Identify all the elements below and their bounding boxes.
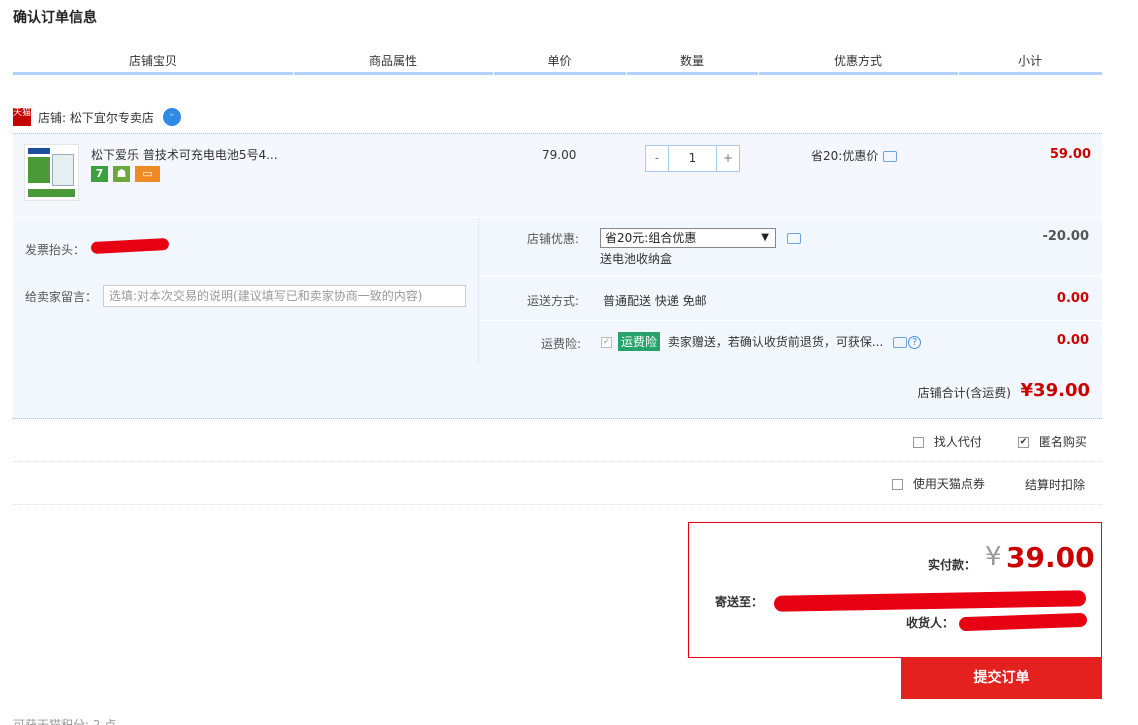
discount-label: 省20:优惠价 (811, 149, 879, 163)
message-icon[interactable] (893, 337, 908, 348)
receiver-label: 收货人： (906, 616, 955, 630)
invoice-label: 发票抬头： (25, 243, 86, 257)
unit-price: 79.00 (542, 148, 577, 162)
message-icon[interactable] (883, 151, 898, 162)
divider (480, 320, 1102, 321)
tmall-logo: 天猫 (13, 108, 31, 126)
proxy-pay-label: 找人代付 (933, 435, 982, 449)
divider (480, 276, 1102, 277)
column-header-shop-items: 店铺宝贝 (128, 54, 177, 68)
dropdown-arrow-icon: ▼ (761, 232, 769, 243)
header-separator (293, 72, 294, 75)
options-row-1: 找人代付 ✔ 匿名购买 (13, 420, 1102, 462)
tmall-points-note: 结算时扣除 (1025, 478, 1086, 492)
message-icon[interactable] (787, 233, 801, 244)
product-thumbnail[interactable] (24, 144, 79, 201)
insurance-amount: 0.00 (1056, 333, 1089, 348)
column-header-discount: 优惠方式 (833, 54, 882, 68)
submit-order-button[interactable]: 提交订单 (901, 657, 1102, 699)
shop-row: 天猫 店铺: 松下宜尔专卖店 ᵕ (13, 104, 181, 130)
column-header-quantity: 数量 (679, 54, 704, 68)
service-badge-card-icon[interactable]: ▭ (135, 166, 160, 182)
anonymous-label: 匿名购买 (1038, 435, 1087, 449)
shipping-method: 普通配送 快递 免邮 (603, 294, 707, 308)
currency-symbol: ¥ (985, 542, 1002, 572)
message-label: 给卖家留言： (25, 290, 98, 304)
extras-right-panel: 店铺优惠: 省20元:组合优惠 ▼ 送电池收纳盒 -20.00 运送方式: 普通… (480, 218, 1102, 363)
header-separator (958, 72, 959, 75)
ship-to-label: 寄送至： (715, 595, 764, 609)
insurance-description: 卖家赠送，若确认收货前退货，可获保... (667, 335, 884, 349)
quantity-increase-button[interactable]: + (717, 146, 739, 171)
order-extras: 发票抬头： 给卖家留言： 选填:对本次交易的说明(建议填写已和卖家协商一致的内容… (13, 218, 1102, 363)
service-badge-genuine-icon[interactable]: ☗ (113, 166, 130, 182)
anonymous-option[interactable]: ✔ 匿名购买 (1018, 433, 1087, 450)
actual-payment-label: 实付款： (928, 558, 977, 572)
shop-total-label: 店铺合计(含运费) (917, 386, 1011, 400)
invoice-title-redacted[interactable] (90, 237, 170, 255)
shop-discount-selected: 省20元:组合优惠 (605, 231, 697, 245)
extras-left-panel: 发票抬头： 给卖家留言： 选填:对本次交易的说明(建议填写已和卖家协商一致的内容… (13, 218, 479, 363)
quantity-decrease-button[interactable]: - (646, 146, 668, 171)
payment-summary: 实付款： ¥ 39.00 寄送至： 收货人： (688, 522, 1102, 658)
insurance-tag: 运费险 (618, 332, 661, 351)
insurance-checkbox[interactable]: ✓ (601, 337, 612, 348)
item-discount: 省20:优惠价 (811, 147, 898, 164)
quantity-stepper: - 1 + (645, 145, 740, 172)
column-header-subtotal: 小计 (1017, 54, 1042, 68)
header-separator (626, 72, 627, 75)
tmall-points-option[interactable]: 使用天猫点券 (892, 475, 985, 492)
wangwang-icon[interactable]: ᵕ (162, 108, 181, 126)
shipping-label: 运送方式: (527, 294, 580, 308)
insurance-row: ✓ 运费险 卖家赠送，若确认收货前退货，可获保... ? (601, 332, 922, 351)
points-footer: 可获天猫积分: 2 点 (13, 718, 117, 725)
header-underline (13, 72, 1102, 75)
column-header-attributes: 商品属性 (368, 54, 417, 68)
insurance-label: 运费险: (541, 337, 582, 351)
order-item-row: 松下爱乐 普技术可充电电池5号4... 7 ☗ ▭ 79.00 - 1 + 省2… (13, 134, 1102, 217)
proxy-pay-checkbox[interactable] (913, 437, 924, 448)
column-header-unit-price: 单价 (547, 54, 572, 68)
shipping-amount: 0.00 (1056, 291, 1089, 306)
header-separator (493, 72, 494, 75)
header-separator (758, 72, 759, 75)
receiver-name-redacted (958, 612, 1088, 632)
item-subtotal: 59.00 (1049, 147, 1091, 162)
shop-name[interactable]: 店铺: 松下宜尔专卖店 (38, 109, 154, 126)
shop-discount-label: 店铺优惠: (527, 232, 580, 246)
tmall-points-label: 使用天猫点券 (912, 477, 985, 491)
product-title[interactable]: 松下爱乐 普技术可充电电池5号4... (91, 146, 278, 163)
page-title: 确认订单信息 (13, 10, 97, 26)
quantity-input[interactable]: 1 (668, 146, 717, 171)
shop-total-row: 店铺合计(含运费) ¥39.00 (13, 363, 1102, 419)
proxy-pay-option[interactable]: 找人代付 (913, 433, 982, 450)
anonymous-checkbox[interactable]: ✔ (1018, 437, 1029, 448)
actual-payment-amount: 39.00 (1006, 541, 1095, 574)
shop-total-value: ¥39.00 (1020, 380, 1090, 401)
ship-to-address-redacted (773, 590, 1087, 612)
options-row-2: 使用天猫点券 结算时扣除 (13, 463, 1102, 505)
help-icon[interactable]: ? (908, 336, 922, 349)
seller-message-input[interactable]: 选填:对本次交易的说明(建议填写已和卖家协商一致的内容) (103, 285, 466, 307)
service-badge-7day[interactable]: 7 (91, 166, 108, 182)
tmall-points-checkbox[interactable] (892, 479, 903, 490)
shop-discount-select[interactable]: 省20元:组合优惠 ▼ (600, 228, 776, 248)
shop-discount-amount: -20.00 (1042, 229, 1089, 244)
shop-discount-note: 送电池收纳盒 (600, 252, 673, 266)
